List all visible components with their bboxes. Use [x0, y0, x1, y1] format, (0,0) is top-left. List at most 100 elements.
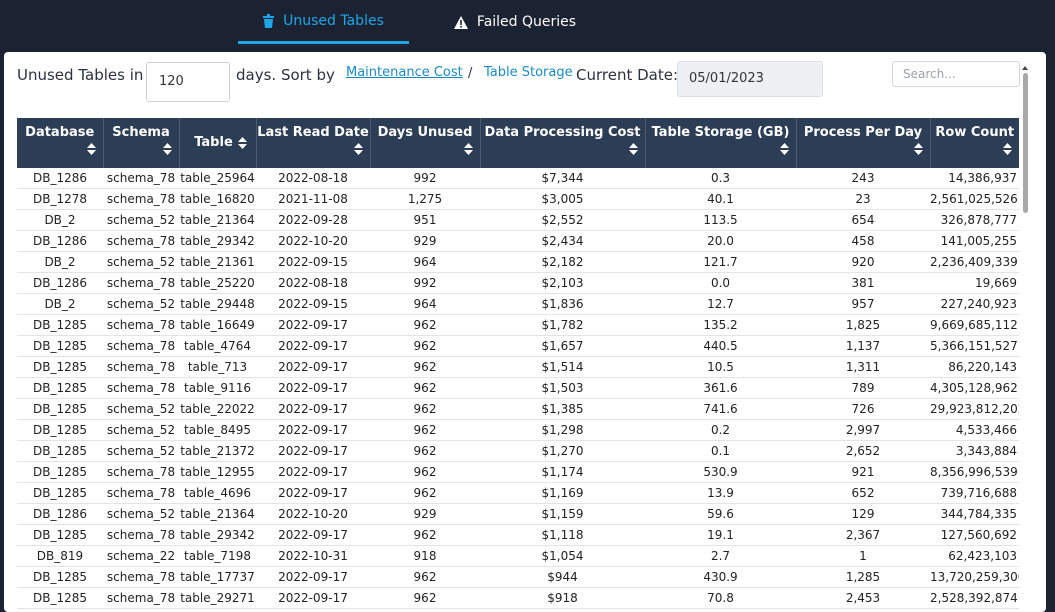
table-row[interactable]: DB_1285 schema_78 table_4696 2022-09-17 962 $…: [17, 482, 1019, 504]
table-row[interactable]: DB_1285 schema_52 table_21372 2022-09-17 962…: [17, 440, 1019, 462]
column-header-last-read-date[interactable]: Last Read Date: [256, 118, 371, 168]
table-row[interactable]: DB_1285 schema_52 table_22022 2022-09-17 962…: [17, 398, 1019, 420]
row-count-cell: 326,878,777: [930, 209, 1019, 231]
table-row[interactable]: DB_2 schema_52 table_29448 2022-09-15 964 $1,…: [17, 293, 1019, 315]
last-read-date-cell: 2022-09-17: [256, 314, 370, 336]
process-per-day-cell: 458: [796, 230, 930, 252]
schema-cell: schema_78: [103, 524, 179, 546]
database-cell: DB_1286: [17, 503, 103, 525]
days-input[interactable]: 120: [146, 62, 230, 102]
sort-icon[interactable]: [779, 143, 789, 159]
row-count-cell: 4,305,128,962: [930, 377, 1019, 399]
column-header-table-storage[interactable]: Table Storage (GB): [645, 118, 797, 168]
sort-icon[interactable]: [353, 143, 363, 159]
table-name-cell: table_16649: [179, 314, 256, 336]
tab-unused-tables[interactable]: Unused Tables: [238, 0, 409, 44]
table-row[interactable]: DB_1285 schema_78 table_12955 2022-09-17 962…: [17, 461, 1019, 483]
current-date-field[interactable]: 05/01/2023: [677, 61, 823, 97]
scrollbar[interactable]: [1020, 66, 1030, 612]
schema-cell: schema_78: [103, 272, 179, 294]
storage-cell: 0.1: [645, 440, 796, 462]
processing-cost-cell: $1,054: [480, 545, 645, 567]
process-per-day-cell: 1,825: [796, 314, 930, 336]
table-row[interactable]: DB_1285 schema_78 table_713 2022-09-17 962 $1…: [17, 356, 1019, 378]
process-per-day-cell: 652: [796, 482, 930, 504]
storage-cell: 113.5: [645, 209, 796, 231]
tab-failed-queries[interactable]: Failed Queries: [430, 0, 600, 44]
table-row[interactable]: DB_1285 schema_78 table_17737 2022-09-17 962…: [17, 566, 1019, 588]
table-row[interactable]: DB_1286 schema_78 table_25964 2022-08-18 992…: [17, 168, 1019, 189]
table-header-row: Database Schema Table Last Read Date Day…: [17, 118, 1019, 168]
sort-icon[interactable]: [463, 143, 473, 159]
storage-cell: 10.5: [645, 356, 796, 378]
schema-cell: schema_52: [103, 293, 179, 315]
processing-cost-cell: $1,782: [480, 314, 645, 336]
row-count-cell: 2,236,409,339: [930, 251, 1019, 273]
process-per-day-cell: 789: [796, 377, 930, 399]
sort-icon[interactable]: [1003, 143, 1012, 159]
processing-cost-cell: $1,174: [480, 461, 645, 483]
sort-icon[interactable]: [913, 143, 923, 159]
sort-icon[interactable]: [628, 143, 638, 159]
processing-cost-cell: $2,434: [480, 230, 645, 252]
column-header-row-count[interactable]: Row Count: [930, 118, 1019, 168]
process-per-day-cell: 1,285: [796, 566, 930, 588]
table-row[interactable]: DB_1285 schema_78 table_16649 2022-09-17 962…: [17, 314, 1019, 336]
days-unused-cell: 1,275: [370, 188, 480, 210]
storage-cell: 0.0: [645, 272, 796, 294]
last-read-date-cell: 2022-09-17: [256, 356, 370, 378]
days-unused-cell: 962: [370, 377, 480, 399]
row-count-cell: 344,784,335: [930, 503, 1019, 525]
sort-icon[interactable]: [237, 137, 247, 153]
sort-table-storage-link[interactable]: Table Storage: [484, 65, 573, 80]
table-row[interactable]: DB_2 schema_52 table_21361 2022-09-15 964 $2,…: [17, 251, 1019, 273]
processing-cost-cell: $2,103: [480, 272, 645, 294]
column-header-database[interactable]: Database: [17, 118, 104, 168]
schema-cell: schema_78: [103, 461, 179, 483]
processing-cost-cell: $7,344: [480, 168, 645, 189]
sort-maintenance-cost-link[interactable]: Maintenance Cost: [346, 65, 463, 80]
row-count-cell: 19,669: [930, 272, 1019, 294]
days-unused-cell: 992: [370, 168, 480, 189]
processing-cost-cell: $1,169: [480, 482, 645, 504]
process-per-day-cell: 23: [796, 188, 930, 210]
schema-cell: schema_52: [103, 440, 179, 462]
table-row[interactable]: DB_2 schema_52 table_21364 2022-09-28 951 $2,…: [17, 209, 1019, 231]
table-row[interactable]: DB_1286 schema_52 table_21364 2022-10-20 929…: [17, 503, 1019, 525]
table-row[interactable]: DB_1285 schema_78 table_9116 2022-09-17 962 $…: [17, 377, 1019, 399]
column-header-days-unused[interactable]: Days Unused: [370, 118, 481, 168]
database-cell: DB_2: [17, 251, 103, 273]
process-per-day-cell: 957: [796, 293, 930, 315]
column-header-data-processing-cost[interactable]: Data Processing Cost: [480, 118, 646, 168]
table-name-cell: table_4696: [179, 482, 256, 504]
schema-cell: schema_78: [103, 482, 179, 504]
table-row[interactable]: DB_1285 schema_78 table_29342 2022-09-17 962…: [17, 524, 1019, 546]
table-row[interactable]: DB_1285 schema_52 table_8495 2022-09-17 962 $…: [17, 419, 1019, 441]
row-count-cell: 9,669,685,112: [930, 314, 1019, 336]
storage-cell: 19.1: [645, 524, 796, 546]
table-row[interactable]: DB_819 schema_22 table_7198 2022-10-31 918 $1…: [17, 545, 1019, 567]
table-row[interactable]: DB_1278 schema_78 table_16820 2021-11-08 1,2…: [17, 188, 1019, 210]
schema-cell: schema_78: [103, 168, 179, 189]
table-name-cell: table_22022: [179, 398, 256, 420]
table-row[interactable]: DB_1286 schema_78 table_29342 2022-10-20 929…: [17, 230, 1019, 252]
row-count-cell: 29,923,812,202: [930, 398, 1019, 420]
sort-icon[interactable]: [86, 143, 96, 159]
days-unused-cell: 918: [370, 545, 480, 567]
storage-cell: 440.5: [645, 335, 796, 357]
last-read-date-cell: 2022-09-17: [256, 398, 370, 420]
storage-cell: 741.6: [645, 398, 796, 420]
scroll-up-arrow-icon[interactable]: [1022, 66, 1028, 70]
table-row[interactable]: DB_1285 schema_78 table_4764 2022-09-17 962 $…: [17, 335, 1019, 357]
database-cell: DB_1285: [17, 440, 103, 462]
current-date-label: Current Date:: [576, 66, 679, 84]
table-row[interactable]: DB_1285 schema_78 table_29271 2022-09-17 962…: [17, 587, 1019, 609]
sort-icon[interactable]: [162, 143, 172, 159]
column-header-process-per-day[interactable]: Process Per Day: [796, 118, 931, 168]
search-input[interactable]: [892, 61, 1020, 87]
column-header-table[interactable]: Table: [179, 118, 257, 168]
scrollbar-thumb[interactable]: [1023, 73, 1028, 213]
column-header-schema[interactable]: Schema: [103, 118, 180, 168]
storage-cell: 70.8: [645, 587, 796, 609]
table-row[interactable]: DB_1286 schema_78 table_25220 2022-08-18 992…: [17, 272, 1019, 294]
